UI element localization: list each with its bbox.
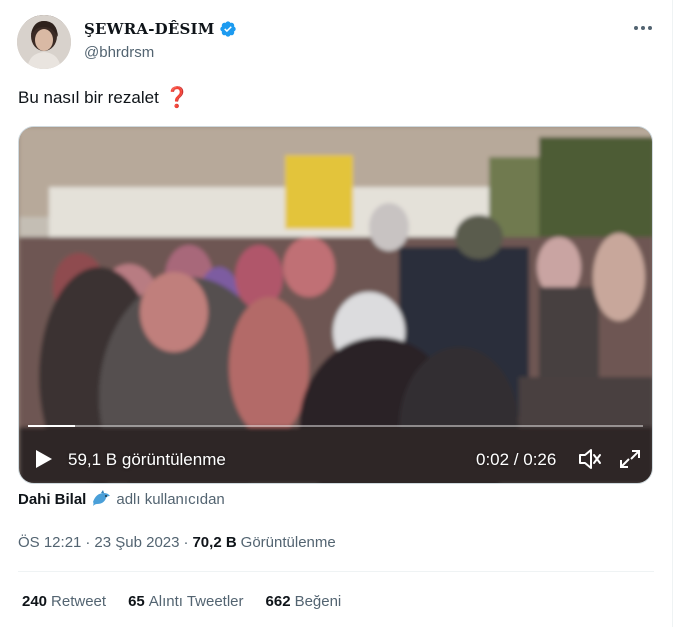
retweets-stat[interactable]: 240 Retweet	[22, 593, 106, 610]
video-frame	[19, 127, 652, 483]
video-view-count: 59,1 B görüntülenme	[68, 450, 226, 469]
likes-stat[interactable]: 662 Beğeni	[266, 593, 342, 610]
retweet-count: 240	[22, 593, 48, 610]
attribution-suffix: adlı kullanıcıdan	[116, 490, 225, 508]
verified-badge-icon	[219, 21, 236, 37]
engagement-stats: 240 Retweet 65 Alıntı Tweetler 662 Beğen…	[22, 593, 341, 610]
question-mark-emoji-icon: ❓	[164, 87, 190, 109]
quotes-stat[interactable]: 65 Alıntı Tweetler	[128, 593, 243, 610]
tweet-body: Bu nasıl bir rezalet	[18, 88, 159, 107]
video-player[interactable]: 59,1 B görüntülenme 0:02 / 0:26	[18, 126, 653, 484]
more-options-icon[interactable]	[634, 20, 654, 36]
play-icon[interactable]	[35, 449, 53, 469]
video-progress-bar[interactable]	[28, 425, 643, 427]
retweet-label: Retweet	[51, 593, 107, 610]
divider	[18, 571, 654, 572]
tweet-date[interactable]: 23 Şub 2023	[94, 534, 179, 551]
quote-count: 65	[128, 593, 145, 610]
author-handle[interactable]: @bhrdrsm	[84, 44, 154, 61]
like-count: 662	[265, 593, 291, 610]
tweet-view-label: Görüntülenme	[240, 534, 336, 551]
meta-separator: ·	[183, 534, 189, 551]
fullscreen-icon[interactable]	[619, 449, 641, 469]
tweet-text: Bu nasıl bir rezalet ❓	[18, 88, 190, 108]
volume-muted-icon[interactable]	[578, 448, 602, 470]
author-name-row[interactable]: ŞEWRA-DÊSIM	[84, 20, 237, 38]
video-attribution: Dahi Bilal adlı kullanıcıdan	[18, 490, 225, 508]
tweet-meta: ÖS 12:21 · 23 Şub 2023 · 70,2 B Görüntül…	[18, 534, 336, 551]
meta-separator: ·	[85, 534, 91, 551]
author-display-name[interactable]: ŞEWRA-DÊSIM	[84, 20, 215, 38]
avatar-image	[17, 15, 71, 69]
video-progress-fill	[28, 425, 76, 427]
like-label: Beğeni	[294, 593, 342, 610]
quote-label: Alıntı Tweetler	[148, 593, 244, 610]
column-border	[672, 0, 673, 627]
dolphin-icon	[93, 490, 111, 506]
tweet-view-count: 70,2 B	[192, 534, 237, 551]
video-time-display: 0:02 / 0:26	[476, 450, 557, 469]
attribution-user-link[interactable]: Dahi Bilal	[18, 491, 86, 508]
avatar[interactable]	[17, 15, 71, 69]
tweet-time[interactable]: ÖS 12:21	[18, 534, 81, 551]
